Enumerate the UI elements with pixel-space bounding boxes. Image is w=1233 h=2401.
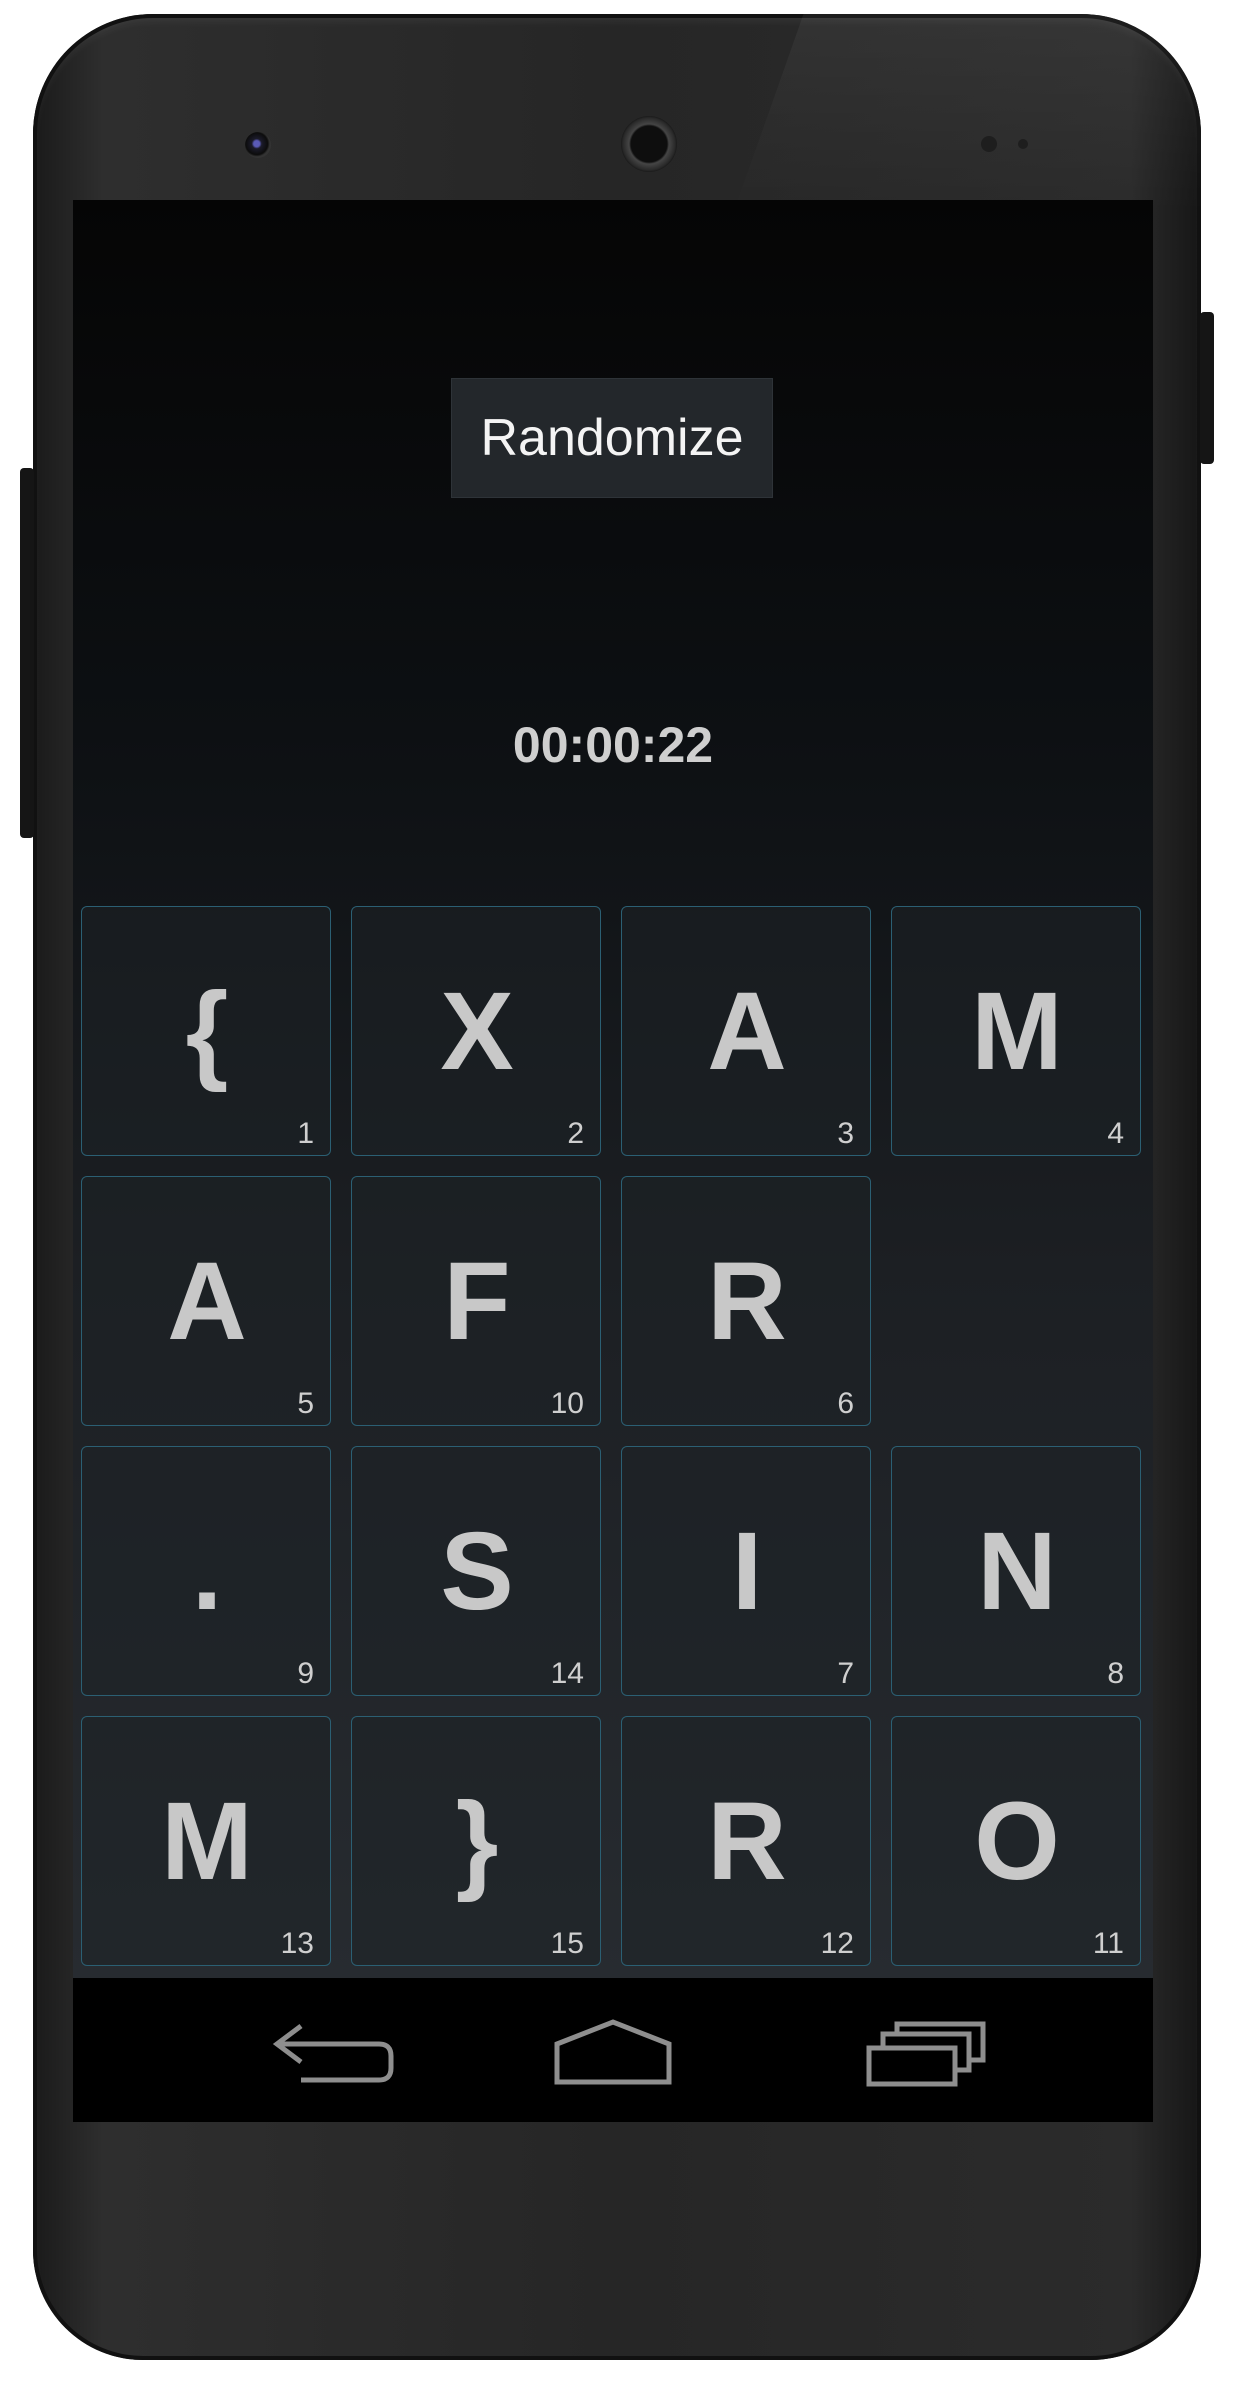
system-navigation-bar (73, 1978, 1153, 2122)
recents-button[interactable] (859, 2002, 999, 2102)
tile-letter: F (443, 1240, 511, 1363)
recent-apps-icon (866, 2021, 986, 2087)
tile-number: 11 (1092, 1927, 1124, 1960)
tile-number: 5 (297, 1387, 314, 1420)
puzzle-tile[interactable]: M4 (891, 906, 1141, 1156)
tile-number: 7 (837, 1657, 854, 1690)
tile-letter: } (455, 1780, 499, 1903)
tile-letter: . (191, 1510, 223, 1633)
tile-number: 6 (837, 1387, 854, 1420)
tile-number: 14 (550, 1657, 584, 1690)
tile-number: 8 (1107, 1657, 1124, 1690)
tile-letter: S (440, 1510, 514, 1633)
puzzle-tile[interactable]: .9 (81, 1446, 331, 1696)
home-icon (554, 2019, 672, 2085)
puzzle-tile[interactable]: {1 (81, 906, 331, 1156)
tile-letter: O (974, 1780, 1060, 1903)
tile-number: 2 (567, 1117, 584, 1150)
back-button[interactable] (259, 2002, 399, 2102)
tile-letter: { (185, 970, 229, 1093)
puzzle-tile[interactable]: A5 (81, 1176, 331, 1426)
tile-letter: R (707, 1240, 787, 1363)
proximity-sensor-icon (981, 136, 997, 152)
tile-letter: R (707, 1780, 787, 1903)
puzzle-tile[interactable]: I7 (621, 1446, 871, 1696)
tile-letter: N (977, 1510, 1057, 1633)
volume-rocker (20, 468, 34, 838)
home-button[interactable] (543, 2002, 683, 2102)
back-arrow-icon (272, 2024, 394, 2083)
puzzle-tile[interactable]: } 15 (351, 1716, 601, 1966)
tile-number: 4 (1107, 1117, 1124, 1150)
puzzle-tile[interactable]: A3 (621, 906, 871, 1156)
puzzle-tile[interactable]: X2 (351, 906, 601, 1156)
front-camera-icon (245, 132, 271, 158)
power-button (1200, 312, 1214, 464)
tile-letter: A (167, 1240, 247, 1363)
tile-letter: A (707, 970, 787, 1093)
puzzle-tile[interactable]: M 13 (81, 1716, 331, 1966)
puzzle-tile[interactable]: S 14 (351, 1446, 601, 1696)
puzzle-app: Randomize 00:00:22 {1 X 2 A 3 M 4 A 5 F 10 R 6. 9 S 14 I… (73, 200, 1153, 1978)
randomize-button[interactable]: Randomize (451, 378, 773, 498)
tile-letter: M (161, 1780, 253, 1903)
tile-number: 12 (820, 1927, 854, 1960)
tile-number: 10 (550, 1387, 584, 1420)
tile-number: 3 (837, 1117, 854, 1150)
light-sensor-icon (1018, 139, 1028, 149)
puzzle-tile[interactable]: N8 (891, 1446, 1141, 1696)
puzzle-tile[interactable]: F 10 (351, 1176, 601, 1426)
tile-number: 1 (297, 1117, 314, 1150)
puzzle-grid: {1 X 2 A 3 M 4 A 5 F 10 R 6. 9 S 14 I 7 N 8 M 13} 15 R 12 O 11 (81, 906, 1147, 1970)
tile-letter: M (971, 970, 1063, 1093)
earpiece-speaker-icon (621, 116, 677, 172)
puzzle-tile[interactable]: R6 (621, 1176, 871, 1426)
tile-number: 9 (297, 1657, 314, 1690)
tile-number: 15 (550, 1927, 584, 1960)
elapsed-timer: 00:00:22 (512, 717, 714, 773)
tile-letter: I (731, 1510, 763, 1633)
puzzle-tile[interactable]: O 11 (891, 1716, 1141, 1966)
puzzle-tile[interactable]: R 12 (621, 1716, 871, 1966)
tile-number: 13 (280, 1927, 314, 1960)
device-screen: Randomize 00:00:22 {1 X 2 A 3 M 4 A 5 F 10 R 6. 9 S 14 I… (73, 200, 1153, 2122)
phone-sheen (733, 14, 1203, 214)
tile-letter: X (440, 970, 514, 1093)
